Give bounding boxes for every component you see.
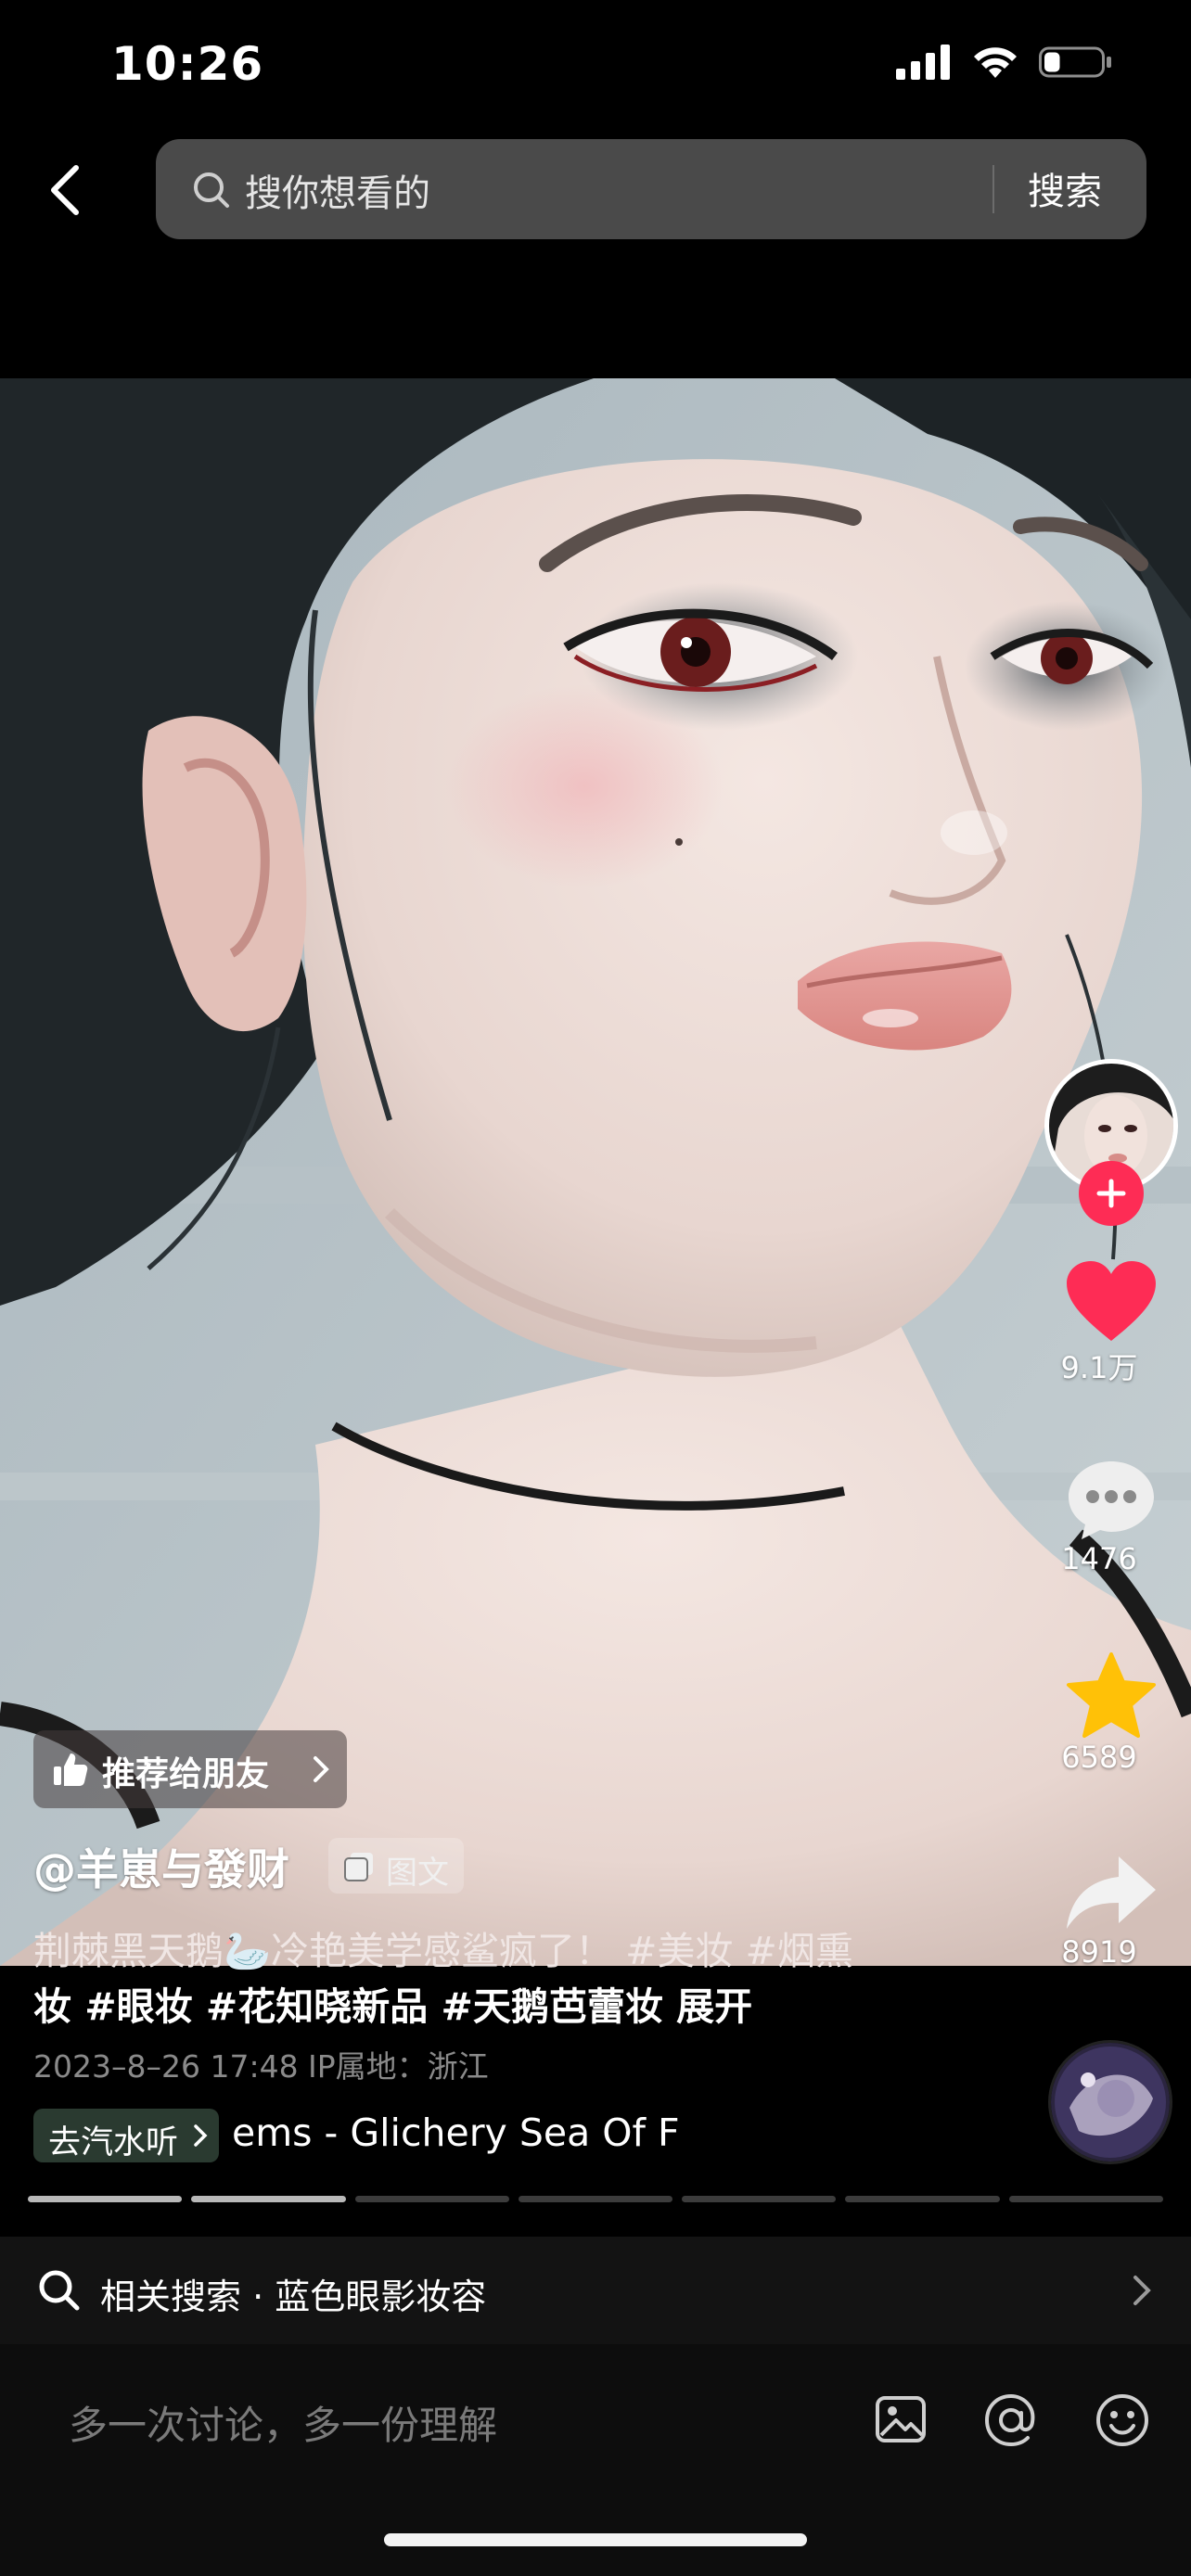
chevron-right-icon (1133, 2276, 1151, 2305)
progress-segment (354, 2196, 509, 2202)
heart-icon (1067, 1261, 1156, 1341)
open-in-music-app-button[interactable]: 去汽水听 (33, 2109, 219, 2162)
chevron-left-icon (51, 165, 79, 215)
share-action[interactable]: 8919 (1043, 1851, 1180, 1970)
caption-line-2[interactable]: 妆 #眼妆 #花知晓新品 #天鹅芭蕾妆 展开 (33, 1975, 752, 2031)
back-button[interactable] (37, 158, 93, 223)
like-count: 9.1万 (1060, 1350, 1138, 1385)
plus-icon (1096, 1179, 1126, 1208)
progress-segment (518, 2196, 673, 2202)
favorite-action[interactable]: 6589 (1043, 1651, 1180, 1775)
thumbs-up-icon (54, 1753, 88, 1786)
chevron-right-icon (314, 1756, 329, 1782)
status-time: 10:26 (111, 37, 264, 91)
progress-segment (682, 2196, 837, 2202)
progress-segment (845, 2196, 1000, 2202)
progress-segment (191, 2196, 346, 2202)
music-title[interactable]: ems - Glichery Sea Of F (232, 2111, 696, 2166)
share-arrow-icon (1067, 1856, 1156, 1929)
home-indicator[interactable] (384, 2533, 807, 2546)
music-disc[interactable] (1048, 2040, 1172, 2164)
favorite-count: 6589 (1061, 1740, 1137, 1775)
recommend-to-friend-button[interactable]: 推荐给朋友 (33, 1730, 347, 1808)
related-search-bar[interactable]: 相关搜索 · 蓝色眼影妆容 (0, 2237, 1191, 2344)
progress-segment (1008, 2196, 1163, 2202)
comment-input[interactable]: 多一次讨论，多一份理解 (69, 2394, 497, 2451)
caption-line-1: 荆棘黑天鹅🦢冷艳美学感鲨疯了！ #美妆 #烟熏 (33, 1929, 853, 1973)
post-meta: 2023–8–26 17:48 IP属地：浙江 (33, 2048, 489, 2085)
search-button[interactable]: 搜索 (1028, 161, 1102, 215)
post-type-label: 图文 (386, 1855, 449, 1892)
mention-at-icon[interactable] (983, 2392, 1039, 2448)
image-progress (28, 2196, 1163, 2203)
post-type-badge: 图文 (328, 1838, 464, 1894)
music-chip-label: 去汽水听 (48, 2124, 179, 2162)
comment-bubble-icon (1069, 1461, 1154, 1539)
share-count: 8919 (1061, 1934, 1137, 1970)
progress-segment (28, 2196, 183, 2202)
recommend-label: 推荐给朋友 (102, 1755, 270, 1793)
chevron-right-icon (194, 2124, 208, 2147)
author-name[interactable]: @羊崽与發财 (33, 1836, 289, 1897)
cellular-signal-icon (896, 45, 950, 80)
search-icon (39, 2270, 80, 2311)
image-icon[interactable] (874, 2392, 928, 2446)
status-icons (896, 45, 1113, 80)
follow-button[interactable] (1079, 1161, 1144, 1226)
search-input[interactable]: 搜你想看的 (245, 163, 430, 217)
note-icon (344, 1853, 373, 1881)
search-bar[interactable]: 搜你想看的 搜索 (156, 139, 1146, 239)
post-image[interactable] (0, 378, 1191, 1966)
battery-icon (1039, 46, 1111, 78)
comment-count: 1476 (1061, 1541, 1137, 1576)
status-bar: 10:26 (0, 0, 1191, 130)
wifi-icon (974, 47, 1017, 78)
like-action[interactable]: 9.1万 (1043, 1261, 1180, 1387)
comment-tools (874, 2392, 1150, 2448)
search-divider (992, 165, 994, 213)
search-icon (194, 172, 229, 208)
related-search-label: 相关搜索 · 蓝色眼影妆容 (100, 2276, 487, 2317)
star-icon (1067, 1652, 1156, 1738)
emoji-icon[interactable] (1095, 2392, 1150, 2448)
comment-action[interactable]: 1476 (1043, 1458, 1180, 1576)
